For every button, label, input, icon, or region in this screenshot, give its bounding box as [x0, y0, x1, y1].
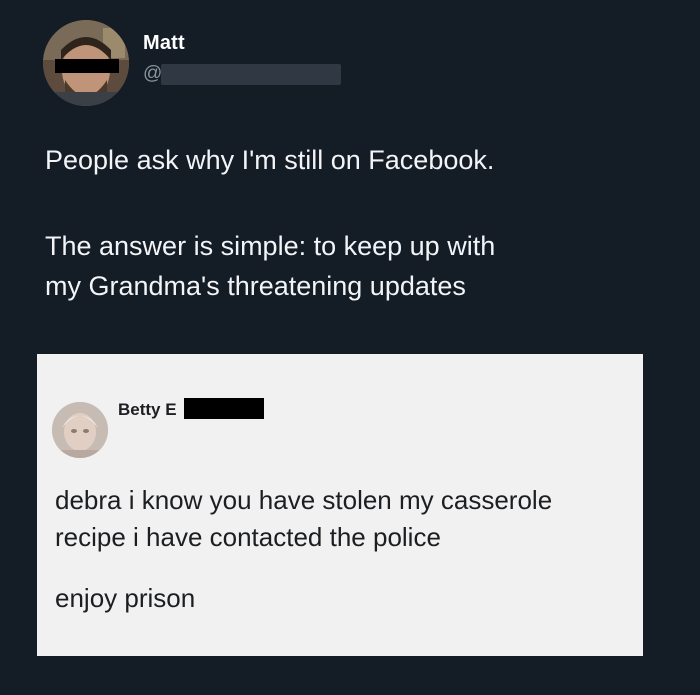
- handle-redaction: [161, 64, 341, 85]
- author-display-name[interactable]: Matt: [143, 32, 185, 55]
- facebook-post-text-line: enjoy prison: [55, 583, 196, 613]
- author-avatar[interactable]: [43, 20, 129, 106]
- author-handle[interactable]: @: [143, 63, 162, 85]
- facebook-post-text-line: recipe i have contacted the police: [55, 522, 441, 552]
- facebook-author-photo: [52, 402, 108, 458]
- facebook-post-text-line: debra i know you have stolen my casserol…: [55, 485, 553, 515]
- facebook-author-avatar: [52, 402, 108, 458]
- tweet-text-line: my Grandma's threatening updates: [45, 271, 466, 301]
- name-redaction: [184, 398, 264, 419]
- tweet-text-line: The answer is simple: to keep up with: [45, 231, 496, 261]
- face-redaction-bar: [55, 59, 119, 73]
- facebook-author-name: Betty E: [118, 400, 177, 419]
- author-photo: [43, 20, 129, 106]
- tweet-text-line: People ask why I'm still on Facebook.: [45, 145, 495, 175]
- tweet: Matt @ People ask why I'm still on Faceb…: [0, 0, 700, 695]
